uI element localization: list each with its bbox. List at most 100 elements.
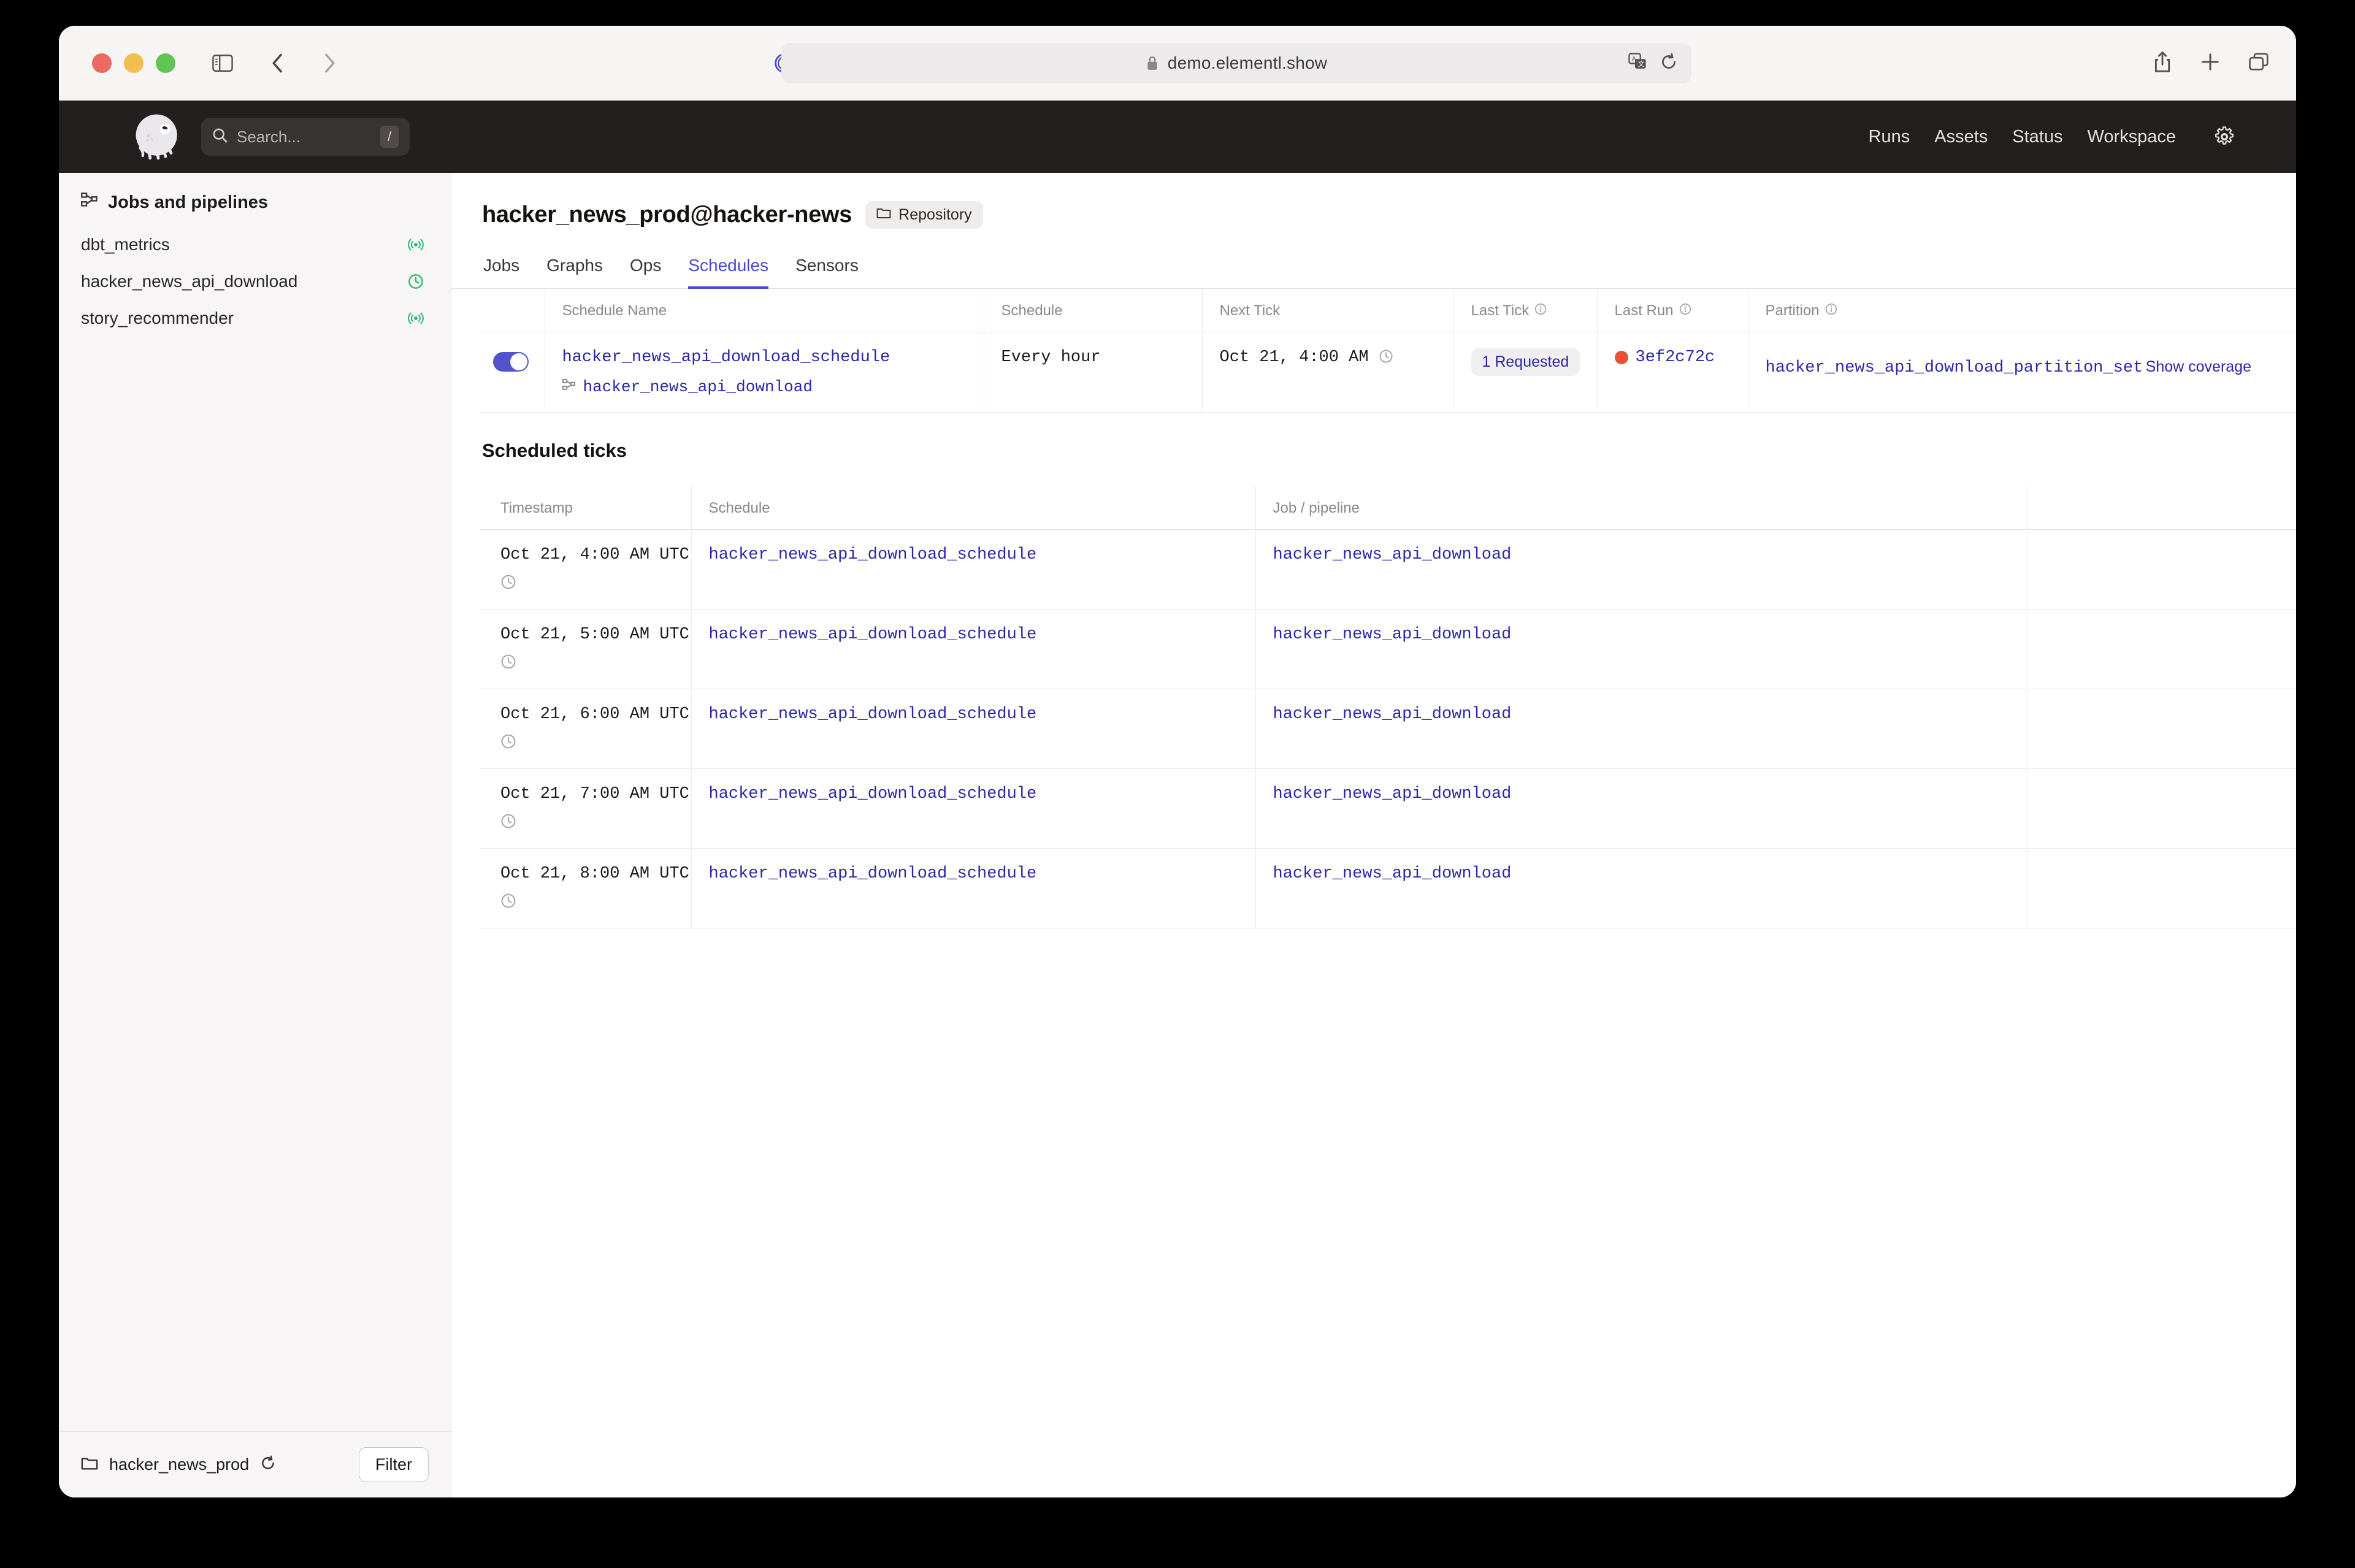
lock-icon xyxy=(1146,55,1159,71)
show-coverage-link[interactable]: Show coverage xyxy=(2146,358,2251,376)
tick-job-link[interactable]: hacker_news_api_download xyxy=(1273,785,1512,803)
sidebar-heading: Jobs and pipelines xyxy=(59,173,451,226)
tick-schedule-cell: hacker_news_api_download_schedule xyxy=(691,849,1255,928)
filter-button[interactable]: Filter xyxy=(359,1447,429,1482)
tick-timestamp-cell: Oct 21, 4:00 AM UTC xyxy=(480,530,691,610)
tab-graphs[interactable]: Graphs xyxy=(546,256,603,289)
reload-icon[interactable] xyxy=(1660,53,1678,74)
clock-icon[interactable] xyxy=(1379,356,1393,366)
schedule-name-link[interactable]: hacker_news_api_download_schedule xyxy=(562,348,890,367)
translate-icon[interactable]: A文 xyxy=(1628,52,1647,75)
sidebar-item-story-recommender[interactable]: story_recommender xyxy=(59,300,451,337)
repository-chip[interactable]: Repository xyxy=(865,201,983,229)
col-last-tick: Last Tick xyxy=(1453,289,1597,332)
tick-schedule-link[interactable]: hacker_news_api_download_schedule xyxy=(709,546,1037,564)
tab-sensors[interactable]: Sensors xyxy=(795,256,859,289)
folder-icon xyxy=(876,206,891,224)
tick-schedule-link[interactable]: hacker_news_api_download_schedule xyxy=(709,865,1037,883)
window-traffic-lights xyxy=(92,53,175,73)
col-job-pipeline: Job / pipeline xyxy=(1255,486,2027,530)
tick-schedule-link[interactable]: hacker_news_api_download_schedule xyxy=(709,785,1037,803)
last-tick-badge[interactable]: 1 Requested xyxy=(1471,348,1580,376)
browser-nav-controls xyxy=(204,44,348,82)
table-row: hacker_news_api_download_schedule hacker… xyxy=(480,332,2296,413)
dagster-logo[interactable] xyxy=(131,110,185,164)
col-last-run: Last Run xyxy=(1597,289,1748,332)
ticks-header-row: Timestamp Schedule Job / pipeline Metada… xyxy=(480,486,2296,530)
app-body: Jobs and pipelines dbt_metrics hacker_ne… xyxy=(59,173,2296,1497)
col-tick-schedule: Schedule xyxy=(691,486,1255,530)
schedule-cadence: Every hour xyxy=(1001,348,1101,367)
tab-schedules[interactable]: Schedules xyxy=(688,256,768,289)
browser-window: demo.elementl.show A文 xyxy=(59,26,2296,1497)
table-row: Oct 21, 4:00 AM UTC hacker_news_api_down… xyxy=(480,530,2296,610)
minimize-window-button[interactable] xyxy=(124,53,144,73)
search-input[interactable]: Search... / xyxy=(201,118,410,156)
tick-timestamp: Oct 21, 5:00 AM UTC xyxy=(500,625,689,644)
tick-timestamp-cell: Oct 21, 8:00 AM UTC xyxy=(480,849,691,928)
partition-set-link[interactable]: hacker_news_api_download_partition_set xyxy=(1766,359,2143,377)
tick-job-link[interactable]: hacker_news_api_download xyxy=(1273,625,1512,644)
browser-titlebar: demo.elementl.show A文 xyxy=(59,26,2296,101)
address-bar[interactable]: demo.elementl.show A文 xyxy=(781,43,1691,83)
tick-schedule-cell: hacker_news_api_download_schedule xyxy=(691,610,1255,689)
tick-schedule-link[interactable]: hacker_news_api_download_schedule xyxy=(709,705,1037,724)
maximize-window-button[interactable] xyxy=(156,53,175,73)
tick-schedule-cell: hacker_news_api_download_schedule xyxy=(691,530,1255,610)
last-run-link[interactable]: 3ef2c72c xyxy=(1636,348,1715,367)
tick-job-cell: hacker_news_api_download xyxy=(1255,769,2027,849)
dagster-app: Search... / Runs Assets Status Workspace xyxy=(59,101,2296,1497)
nav-item-workspace[interactable]: Workspace xyxy=(2087,127,2176,147)
table-row: Oct 21, 5:00 AM UTC hacker_news_api_down… xyxy=(480,610,2296,689)
tab-ops[interactable]: Ops xyxy=(630,256,661,289)
next-tick-value: Oct 21, 4:00 AM xyxy=(1220,348,1369,367)
col-schedule: Schedule xyxy=(984,289,1202,332)
tab-overview-icon[interactable] xyxy=(2248,52,2269,75)
last-run-cell: 3ef2c72c xyxy=(1597,332,1748,413)
tick-job-link[interactable]: hacker_news_api_download xyxy=(1273,865,1512,883)
share-icon[interactable] xyxy=(2153,51,2172,76)
schedule-enabled-toggle[interactable] xyxy=(493,352,529,372)
col-metadata: Metadata xyxy=(2027,486,2296,530)
next-tick-cell: Oct 21, 4:00 AM xyxy=(1202,332,1453,413)
info-icon[interactable] xyxy=(1679,302,1691,319)
tick-job-link[interactable]: hacker_news_api_download xyxy=(1273,705,1512,724)
gear-icon[interactable] xyxy=(2214,126,2235,147)
close-window-button[interactable] xyxy=(92,53,112,73)
folder-icon xyxy=(81,1455,98,1474)
clock-icon[interactable] xyxy=(500,813,691,832)
col-next-tick: Next Tick xyxy=(1202,289,1453,332)
col-last-tick-label: Last Tick xyxy=(1471,302,1530,319)
schedule-job-row: hacker_news_api_download xyxy=(562,378,984,396)
info-icon[interactable] xyxy=(1825,302,1837,319)
forward-chevron-icon[interactable] xyxy=(310,44,348,82)
clock-icon[interactable] xyxy=(500,654,691,673)
nav-item-runs[interactable]: Runs xyxy=(1869,127,1910,147)
info-icon[interactable] xyxy=(1534,302,1547,319)
schedules-header-row: Schedule Name Schedule Next Tick Last Ti… xyxy=(480,289,2296,332)
clock-icon[interactable] xyxy=(500,893,691,912)
sidebar-toggle-icon[interactable] xyxy=(204,44,242,82)
reload-icon[interactable] xyxy=(260,1455,276,1474)
schedule-clock-icon xyxy=(408,273,424,289)
col-schedule-name: Schedule Name xyxy=(545,289,984,332)
svg-text:文: 文 xyxy=(1638,60,1645,68)
nav-item-status[interactable]: Status xyxy=(2012,127,2062,147)
schedule-job-link[interactable]: hacker_news_api_download xyxy=(583,378,813,396)
tick-timestamp-cell: Oct 21, 7:00 AM UTC xyxy=(480,769,691,849)
tick-schedule-link[interactable]: hacker_news_api_download_schedule xyxy=(709,625,1037,644)
sidebar-item-label: hacker_news_api_download xyxy=(81,272,297,291)
table-row: Oct 21, 8:00 AM UTC hacker_news_api_down… xyxy=(480,849,2296,928)
sidebar-item-dbt-metrics[interactable]: dbt_metrics xyxy=(59,226,451,263)
tick-job-link[interactable]: hacker_news_api_download xyxy=(1273,546,1512,564)
tick-schedule-cell: hacker_news_api_download_schedule xyxy=(691,689,1255,769)
plus-icon[interactable] xyxy=(2200,52,2220,75)
repository-chip-label: Repository xyxy=(898,206,972,224)
col-timestamp: Timestamp xyxy=(480,486,691,530)
tab-jobs[interactable]: Jobs xyxy=(483,256,519,289)
back-chevron-icon[interactable] xyxy=(259,44,297,82)
clock-icon[interactable] xyxy=(500,574,691,593)
clock-icon[interactable] xyxy=(500,733,691,752)
nav-item-assets[interactable]: Assets xyxy=(1934,127,1988,147)
sidebar-item-hacker-news-api-download[interactable]: hacker_news_api_download xyxy=(59,263,451,300)
